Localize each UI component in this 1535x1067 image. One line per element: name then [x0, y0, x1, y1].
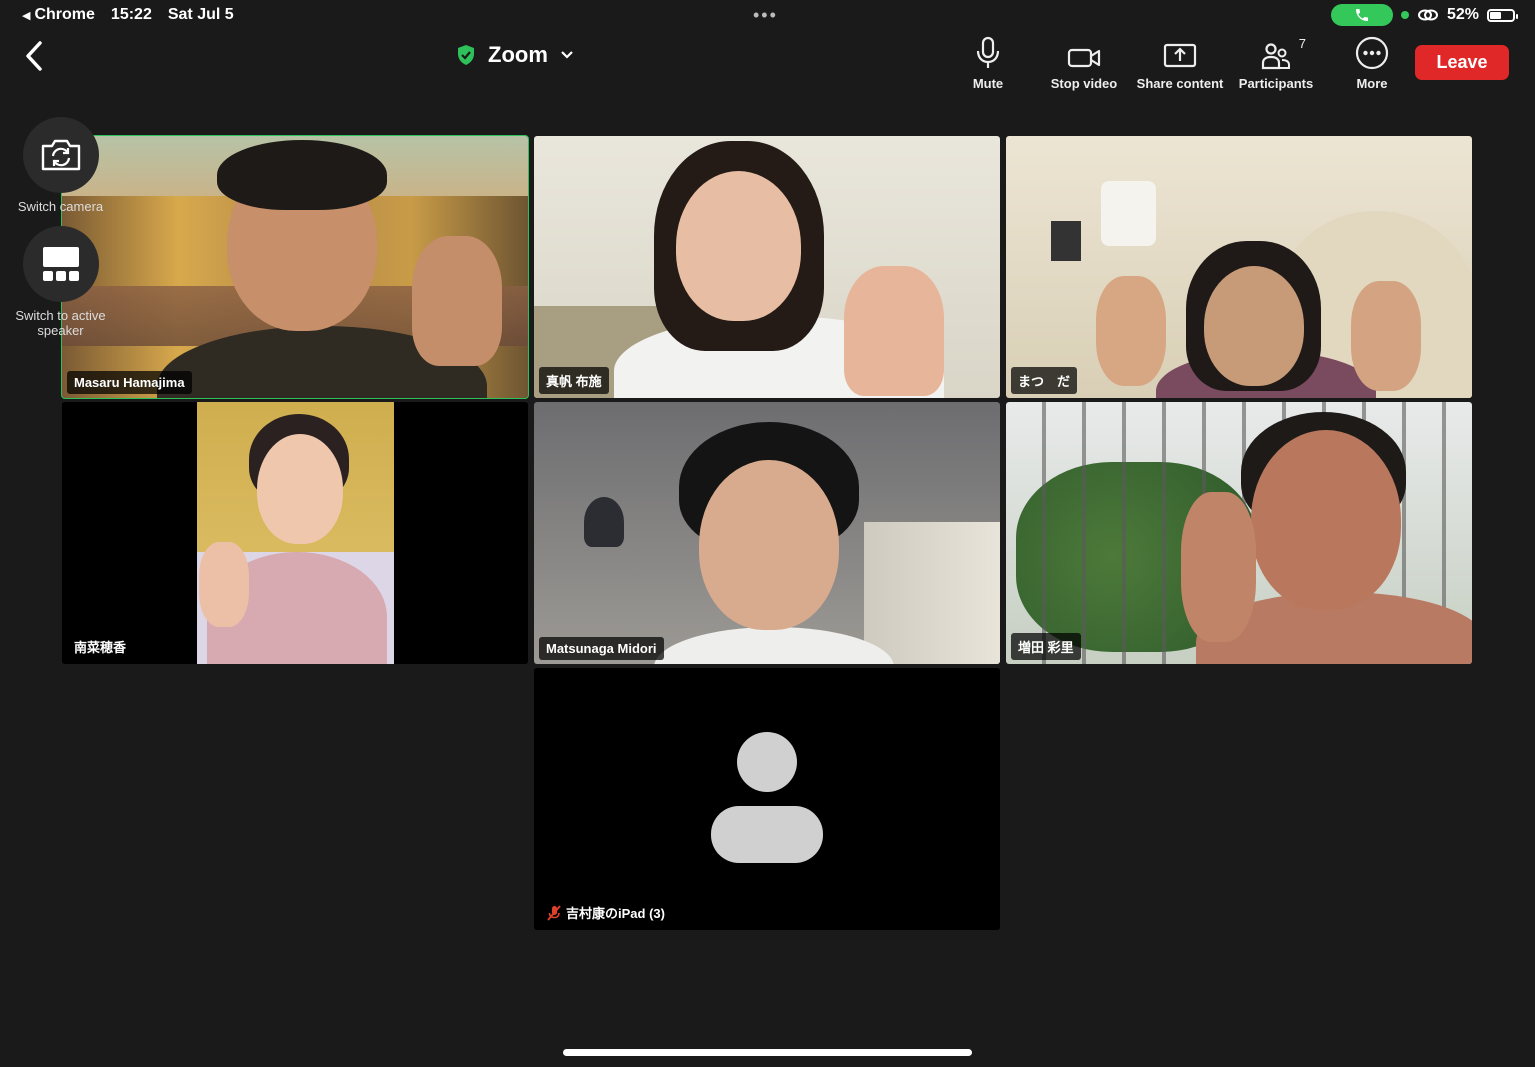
back-triangle-icon: ◀: [22, 9, 31, 22]
participants-count: 7: [1298, 36, 1306, 51]
chevron-left-icon: [26, 41, 42, 71]
switch-camera-label: Switch camera: [17, 199, 104, 214]
home-indicator[interactable]: [563, 1049, 972, 1056]
share-screen-icon: [1163, 43, 1197, 68]
stop-video-label: Stop video: [1050, 76, 1118, 91]
stop-video-button[interactable]: Stop video: [1036, 34, 1132, 91]
meeting-toolbar: Mute Stop video Share content 7 Particip…: [940, 34, 1420, 91]
video-tile-5[interactable]: Matsunaga Midori: [534, 402, 1000, 664]
video-tile-6[interactable]: 増田 彩里: [1006, 402, 1472, 664]
participant-name-label: 吉村康のiPad (3): [566, 906, 665, 921]
clock: 15:22: [110, 6, 152, 23]
chevron-down-icon: [561, 51, 573, 59]
mute-button[interactable]: Mute: [940, 34, 1036, 91]
video-tile-7[interactable]: 吉村康のiPad (3): [534, 668, 1000, 930]
link-icon: [1417, 9, 1438, 21]
share-content-label: Share content: [1136, 76, 1224, 91]
switch-active-speaker-button[interactable]: Switch to active speaker: [15, 226, 106, 338]
participant-name: 南菜穂香: [67, 633, 134, 660]
participant-video: [1006, 402, 1472, 664]
person-avatar-icon: [711, 732, 823, 863]
back-to-app[interactable]: ◀ Chrome: [22, 6, 95, 24]
back-app-label: Chrome: [34, 6, 95, 23]
battery-icon: [1487, 8, 1518, 22]
participant-name: Matsunaga Midori: [539, 637, 664, 660]
participant-video: [62, 136, 528, 398]
video-camera-icon: [1067, 48, 1101, 68]
meeting-title[interactable]: Zoom: [456, 42, 574, 68]
multitasking-dots-icon[interactable]: •••: [753, 6, 778, 24]
meeting-title-label: Zoom: [488, 42, 548, 67]
participant-name: 増田 彩里: [1011, 633, 1081, 660]
participants-icon: [1261, 43, 1290, 70]
speaker-view-icon: [42, 247, 79, 281]
phone-icon: [1355, 9, 1368, 21]
video-tile-2[interactable]: 真帆 布施: [534, 136, 1000, 398]
participant-name: まつ だ: [1011, 367, 1078, 394]
video-tile-3[interactable]: まつ だ: [1006, 136, 1472, 398]
status-bar: ◀ Chrome 15:22 Sat Jul 5 ••• 52%: [0, 0, 1535, 30]
more-label: More: [1356, 76, 1388, 91]
leave-button[interactable]: Leave: [1415, 45, 1509, 80]
participant-video: [534, 402, 1000, 664]
participant-name: 真帆 布施: [539, 367, 609, 394]
shield-check-icon: [458, 45, 474, 65]
switch-camera-button[interactable]: Switch camera: [18, 117, 103, 214]
video-tile-4[interactable]: 南菜穂香: [62, 402, 528, 664]
mic-muted-icon: [547, 904, 561, 921]
participant-video: [1006, 136, 1472, 398]
participants-button[interactable]: 7 Participants: [1228, 34, 1324, 91]
participant-name-muted: 吉村康のiPad (3): [539, 899, 672, 926]
switch-camera-icon: [41, 139, 80, 171]
video-tile-1[interactable]: Masaru Hamajima: [61, 135, 529, 399]
switch-active-speaker-label: Switch to active speaker: [15, 308, 106, 338]
share-content-button[interactable]: Share content: [1132, 34, 1228, 91]
participant-name: Masaru Hamajima: [67, 371, 192, 394]
participants-label: Participants: [1238, 76, 1314, 91]
active-call-pill[interactable]: [1330, 4, 1393, 26]
battery-percent: 52%: [1446, 6, 1479, 23]
more-dots-icon: [1355, 36, 1389, 70]
back-button[interactable]: [20, 38, 46, 74]
participant-video: [534, 136, 1000, 398]
more-button[interactable]: More: [1324, 34, 1420, 91]
participant-video: [62, 402, 528, 664]
mute-label: Mute: [972, 76, 1004, 91]
date: Sat Jul 5: [167, 6, 234, 23]
camera-in-use-dot: [1400, 11, 1409, 19]
microphone-icon: [976, 36, 1000, 68]
avatar-placeholder: [534, 668, 1000, 930]
